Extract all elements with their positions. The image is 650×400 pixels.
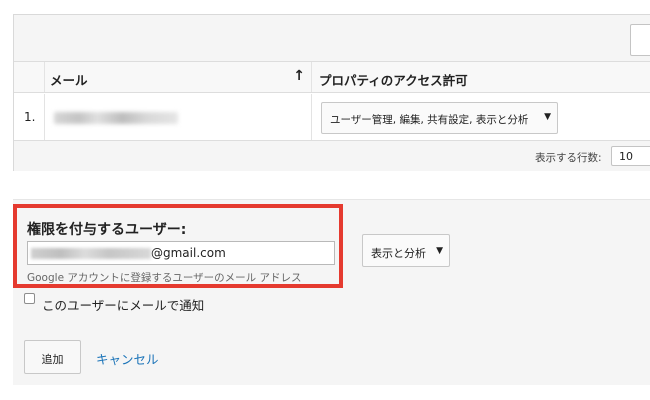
- search-input[interactable]: [630, 24, 650, 56]
- role-dropdown[interactable]: 表示と分析 ▼: [362, 234, 450, 267]
- email-help-text: Google アカウントに登録するユーザーのメール アドレス: [27, 272, 302, 284]
- redacted-email: [54, 112, 178, 124]
- caret-down-icon: ▼: [544, 112, 551, 122]
- table-toolbar: [14, 15, 650, 62]
- redacted-email-local-part: [31, 248, 151, 259]
- row-email-cell: [45, 94, 312, 140]
- role-value: 表示と分析: [371, 247, 426, 260]
- highlight-box: 権限を付与するユーザー: @gmail.com Google アカウントに登録す…: [13, 204, 343, 288]
- table-footer: 表示する行数: 10: [14, 141, 650, 171]
- notify-checkbox[interactable]: [24, 293, 35, 304]
- rows-per-page-value: 10: [619, 150, 633, 163]
- row-index: 1.: [24, 110, 36, 124]
- permissions-dropdown[interactable]: ユーザー管理, 編集, 共有設定, 表示と分析 ▼: [321, 102, 558, 134]
- rows-per-page-label: 表示する行数:: [535, 152, 602, 164]
- header-email-cell[interactable]: メール ↑: [45, 62, 312, 92]
- grant-permission-label: 権限を付与するユーザー:: [27, 222, 187, 238]
- add-button-label: 追加: [41, 353, 64, 366]
- table-header: メール ↑ プロパティのアクセス許可: [14, 62, 650, 93]
- email-field[interactable]: @gmail.com: [27, 241, 335, 265]
- row-index-cell: 1.: [14, 94, 45, 140]
- rows-per-page-select[interactable]: 10: [611, 146, 650, 166]
- notify-label[interactable]: このユーザーにメールで通知: [42, 295, 204, 314]
- header-index-cell: [14, 62, 45, 92]
- cancel-link[interactable]: キャンセル: [96, 349, 159, 368]
- user-list-panel: メール ↑ プロパティのアクセス許可 1. ユーザー管理, 編集, 共有設定, …: [13, 14, 650, 171]
- add-button[interactable]: 追加: [24, 340, 81, 374]
- email-column-header[interactable]: メール: [50, 70, 88, 89]
- caret-down-icon: ▼: [436, 246, 443, 256]
- sort-arrow-icon[interactable]: ↑: [293, 68, 305, 84]
- permissions-value: ユーザー管理, 編集, 共有設定, 表示と分析: [330, 114, 529, 126]
- permission-column-header: プロパティのアクセス許可: [319, 73, 468, 88]
- email-domain-text: @gmail.com: [151, 246, 226, 260]
- add-user-section: 権限を付与するユーザー: @gmail.com Google アカウントに登録す…: [13, 199, 650, 385]
- table-row: 1. ユーザー管理, 編集, 共有設定, 表示と分析 ▼: [14, 94, 650, 141]
